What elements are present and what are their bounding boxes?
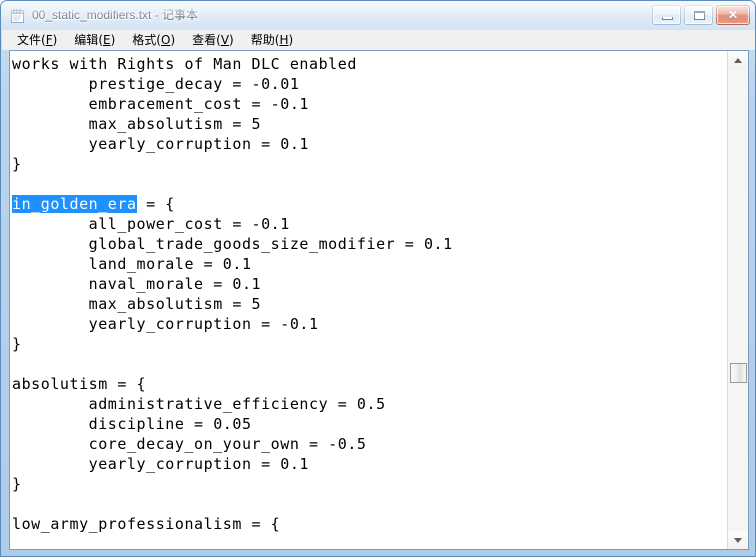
editor-line: max_absolutism = 5	[12, 115, 262, 133]
text-editor[interactable]: works with Rights of Man DLC enabled pre…	[10, 51, 727, 549]
editor-line: naval_morale = 0.1	[12, 275, 262, 293]
minimize-button-bevel	[653, 6, 680, 24]
maximize-button[interactable]	[684, 5, 713, 25]
maximize-icon	[694, 11, 705, 20]
editor-line: in_golden_era = {	[12, 195, 175, 213]
scrollbar-up-button[interactable]	[728, 51, 748, 69]
editor-line: yearly_corruption = 0.1	[12, 135, 310, 153]
menu-item-help-label: 帮助	[250, 32, 275, 47]
editor-line: prestige_decay = -0.01	[12, 75, 300, 93]
menu-item-format-label: 格式	[132, 32, 157, 47]
editor-line: works with Rights of Man DLC enabled	[12, 55, 357, 73]
scrollbar-thumb[interactable]	[730, 363, 747, 383]
menu-item-edit[interactable]: 编辑(E)	[66, 31, 124, 50]
editor-line: core_decay_on_your_own = -0.5	[12, 435, 367, 453]
notepad-icon	[10, 8, 26, 24]
editor-line: max_absolutism = 5	[12, 295, 262, 313]
chevron-down-icon	[734, 538, 742, 543]
text-selection: in_golden_era	[12, 195, 137, 213]
window-title: 00_static_modifiers.txt - 记事本	[32, 8, 199, 22]
editor-line: }	[12, 335, 22, 353]
editor-client-area: works with Rights of Man DLC enabled pre…	[9, 50, 749, 550]
editor-line: }	[12, 475, 22, 493]
notepad-window: 00_static_modifiers.txt - 记事本 ✕ 文件(F) 编辑…	[0, 0, 756, 557]
title-bar[interactable]: 00_static_modifiers.txt - 记事本 ✕	[1, 1, 755, 30]
editor-line: all_power_cost = -0.1	[12, 215, 290, 233]
editor-text-content: works with Rights of Man DLC enabled pre…	[12, 54, 453, 534]
minimize-button[interactable]	[652, 5, 681, 25]
menu-item-edit-accel: E	[103, 32, 111, 47]
editor-line: low_army_professionalism = {	[12, 515, 281, 533]
editor-line: }	[12, 155, 22, 173]
close-icon: ✕	[727, 8, 739, 22]
close-button[interactable]: ✕	[716, 5, 750, 25]
menu-item-file[interactable]: 文件(F)	[9, 31, 66, 50]
menu-item-view-label: 查看	[192, 32, 217, 47]
chevron-up-icon	[734, 58, 742, 63]
scrollbar-track[interactable]	[728, 69, 748, 531]
menu-item-file-accel: F	[45, 32, 53, 47]
vertical-scrollbar[interactable]	[727, 51, 748, 549]
menu-bar: 文件(F) 编辑(E) 格式(O) 查看(V) 帮助(H)	[2, 30, 755, 50]
minimize-icon	[662, 17, 673, 20]
menu-item-format-accel: O	[160, 32, 171, 47]
editor-line: administrative_efficiency = 0.5	[12, 395, 386, 413]
editor-line: discipline = 0.05	[12, 415, 252, 433]
menu-item-list: 文件(F) 编辑(E) 格式(O) 查看(V) 帮助(H)	[9, 30, 302, 50]
menu-item-view[interactable]: 查看(V)	[184, 31, 243, 50]
editor-line: land_morale = 0.1	[12, 255, 252, 273]
menu-item-help-accel: H	[279, 32, 289, 47]
editor-line: embracement_cost = -0.1	[12, 95, 310, 113]
menu-item-format[interactable]: 格式(O)	[124, 31, 184, 50]
menu-item-file-label: 文件	[17, 32, 42, 47]
editor-line: global_trade_goods_size_modifier = 0.1	[12, 235, 453, 253]
editor-line: yearly_corruption = 0.1	[12, 455, 310, 473]
menu-item-edit-label: 编辑	[74, 32, 99, 47]
scrollbar-down-button[interactable]	[728, 531, 748, 549]
menu-item-view-accel: V	[220, 32, 230, 47]
menu-item-help[interactable]: 帮助(H)	[243, 31, 302, 50]
editor-line: absolutism = {	[12, 375, 147, 393]
editor-line: yearly_corruption = -0.1	[12, 315, 319, 333]
